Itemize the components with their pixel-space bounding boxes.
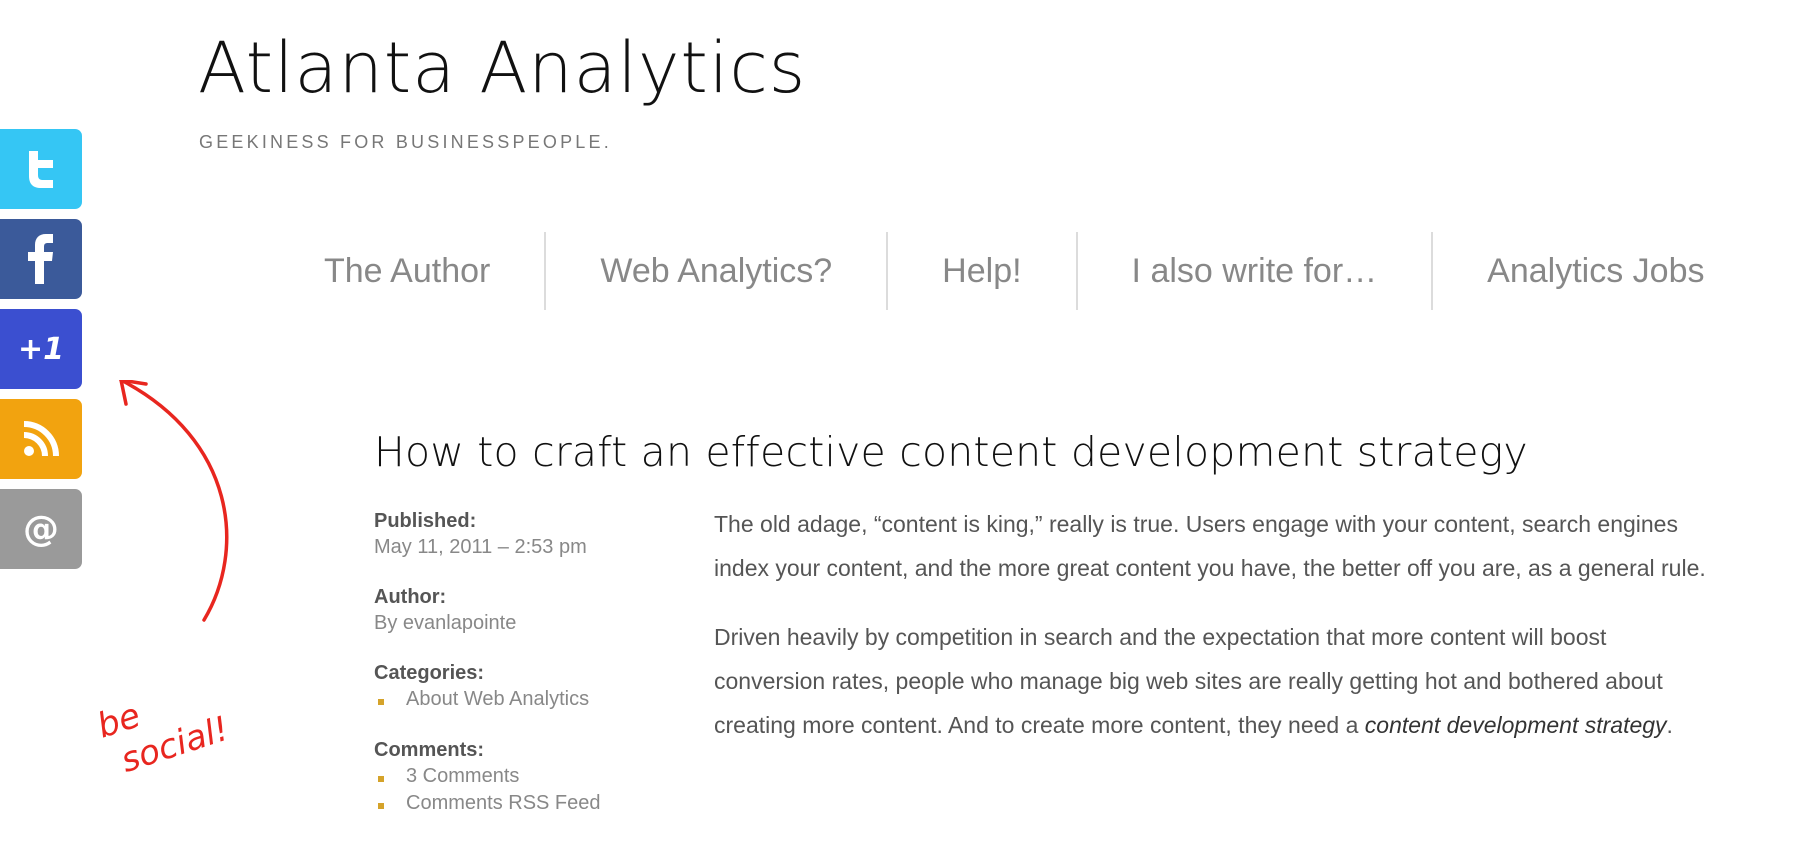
site-title[interactable]: Atlanta Analytics [198, 30, 806, 107]
post-paragraph: The old adage, “content is king,” really… [714, 511, 1706, 581]
comments-group: Comments: 3 Comments Comments RSS Feed [374, 737, 674, 817]
google-plus-one-button[interactable]: +1 [0, 309, 82, 389]
paragraph-text-end: . [1666, 712, 1673, 738]
categories-list: About Web Analytics [374, 686, 674, 713]
post-title[interactable]: How to craft an effective content develo… [374, 428, 1528, 476]
email-button[interactable]: @ [0, 489, 82, 569]
curved-arrow-icon [119, 380, 229, 622]
twitter-button[interactable] [0, 129, 82, 209]
category-label: About Web Analytics [406, 688, 590, 710]
author-name: By evanlapointe [374, 612, 517, 634]
comments-list: 3 Comments Comments RSS Feed [374, 763, 674, 817]
emphasized-text: content development strategy [1364, 712, 1667, 738]
site-tagline: GEEKINESS FOR BUSINESSPEOPLE. [199, 132, 612, 152]
be-social-text: besocial! [96, 671, 234, 785]
nav-item-the-author[interactable]: The Author [270, 232, 544, 310]
nav-item-i-also-write-for[interactable]: I also write for… [1075, 232, 1432, 310]
rss-button[interactable] [0, 399, 82, 479]
comments-rss-label: Comments RSS Feed [406, 792, 601, 814]
published-label: Published: [374, 510, 477, 532]
at-icon: @ [23, 508, 59, 550]
comments-count-label: 3 Comments [406, 765, 520, 787]
plus-one-icon: +1 [17, 331, 64, 367]
nav-item-web-analytics[interactable]: Web Analytics? [544, 232, 886, 310]
categories-label: Categories: [374, 662, 485, 684]
twitter-icon [29, 151, 53, 188]
nav-item-analytics-jobs[interactable]: Analytics Jobs [1431, 232, 1705, 310]
comments-rss-link[interactable]: Comments RSS Feed [374, 790, 674, 817]
post-meta: Published: May 11, 2011 – 2:53 pm Author… [374, 508, 674, 841]
author-group: Author: By evanlapointe [374, 584, 674, 636]
category-link[interactable]: About Web Analytics [374, 686, 674, 713]
post-body: The old adage, “content is king,” really… [714, 502, 1714, 772]
categories-group: Categories: About Web Analytics [374, 660, 674, 713]
bullet-icon [378, 803, 384, 809]
be-social-annotation: besocial! [96, 380, 234, 785]
post-paragraph: Driven heavily by competition in search … [714, 615, 1714, 747]
published-group: Published: May 11, 2011 – 2:53 pm [374, 508, 674, 560]
facebook-button[interactable] [0, 219, 82, 299]
published-date: May 11, 2011 – 2:53 pm [374, 536, 587, 558]
main-nav: The Author Web Analytics? Help! I also w… [270, 232, 1705, 310]
nav-item-help[interactable]: Help! [886, 232, 1075, 310]
rss-icon [23, 421, 59, 457]
comments-count-link[interactable]: 3 Comments [374, 763, 674, 790]
author-label: Author: [374, 586, 447, 608]
comments-label: Comments: [374, 739, 485, 761]
bullet-icon [378, 699, 384, 705]
facebook-icon [28, 234, 53, 284]
bullet-icon [378, 776, 384, 782]
